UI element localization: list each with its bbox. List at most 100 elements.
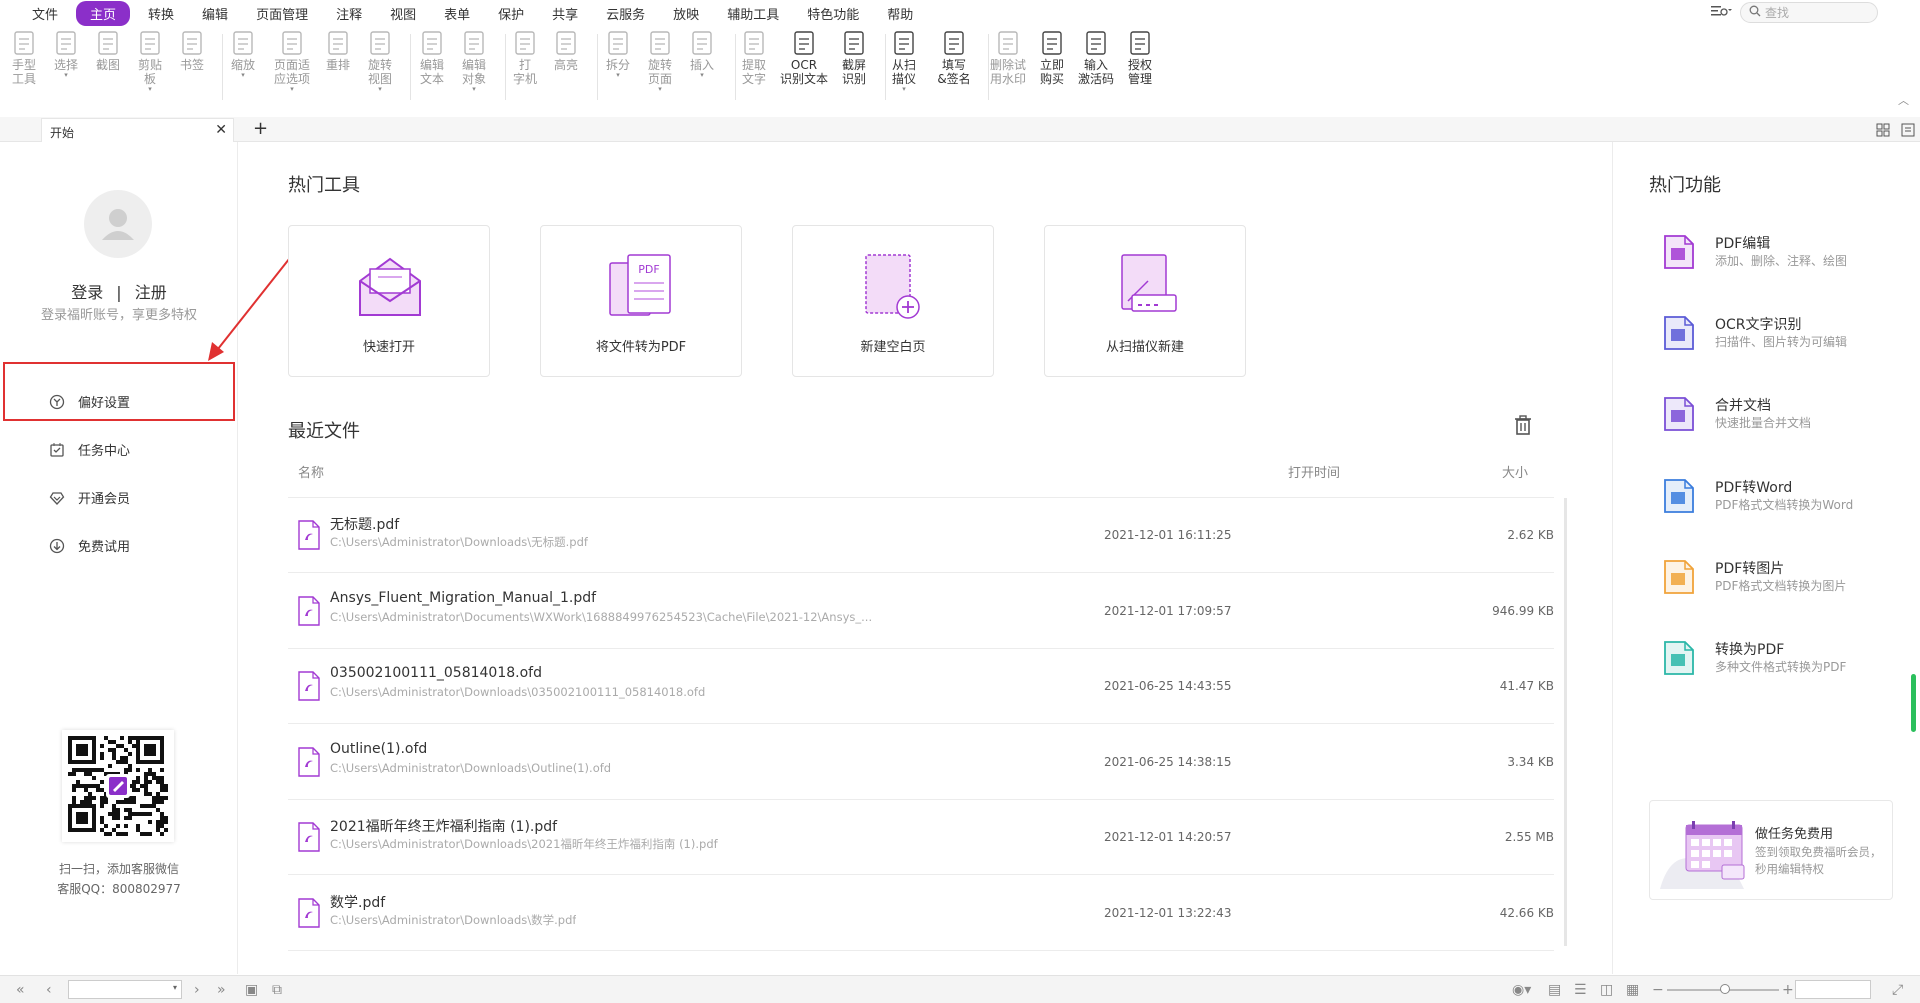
menu-item[interactable]: 帮助 <box>877 1 923 26</box>
clear-history-trash-icon[interactable] <box>1514 415 1532 439</box>
ribbon-tool[interactable]: 填写 &签名 <box>934 28 974 86</box>
hot-feature-item[interactable]: PDF编辑 添加、删除、注释、绘图 <box>1663 230 1903 280</box>
new-tab-button[interactable]: + <box>253 118 268 139</box>
ribbon-tool[interactable]: 拆分 ▾ <box>598 28 638 79</box>
ribbon-tool[interactable]: 编辑 对象 ▾ <box>454 28 494 93</box>
ribbon-tool[interactable]: 截屏 识别 <box>834 28 874 86</box>
menu-item[interactable]: 云服务 <box>596 1 655 26</box>
menu-item[interactable]: 共享 <box>542 1 588 26</box>
dropdown-arrow-icon[interactable]: ▾ <box>616 72 620 79</box>
facing-pages-icon[interactable]: ◫ <box>1600 982 1613 998</box>
menu-item[interactable]: 文件 <box>22 1 68 26</box>
ribbon-tool[interactable]: 书签 <box>172 28 212 72</box>
dropdown-arrow-icon[interactable]: ▾ <box>148 86 152 93</box>
last-page-icon[interactable]: » <box>217 982 226 998</box>
menu-item[interactable]: 保护 <box>488 1 534 26</box>
dropdown-arrow-icon[interactable]: ▾ <box>700 72 704 79</box>
column-time-header[interactable]: 打开时间 <box>1288 462 1340 481</box>
nav-item[interactable]: 任务中心 <box>48 440 130 459</box>
hot-tool-card[interactable]: PDF 将文件转为PDF <box>540 225 742 377</box>
file-list-scrollbar[interactable] <box>1564 498 1567 946</box>
hot-feature-item[interactable]: 转换为PDF 多种文件格式转换为PDF <box>1663 636 1903 686</box>
table-row[interactable]: 035002100111_05814018.ofd C:\Users\Admini… <box>288 649 1554 724</box>
menu-item[interactable]: 放映 <box>663 1 709 26</box>
hot-feature-item[interactable]: 合并文档 快速批量合并文档 <box>1663 392 1903 442</box>
table-row[interactable]: 2021福昕年终王炸福利指南 (1).pdf C:\Users\Administr… <box>288 800 1554 875</box>
ribbon-tool[interactable]: 旋转 视图 ▾ <box>360 28 400 93</box>
first-page-icon[interactable]: « <box>16 982 25 998</box>
ribbon-tool[interactable]: 高亮 <box>546 28 586 72</box>
register-link[interactable]: 注册 <box>135 283 167 302</box>
login-link[interactable]: 登录 <box>71 283 103 302</box>
ribbon-tool[interactable]: 剪贴 板 ▾ <box>130 28 170 93</box>
dropdown-arrow-icon[interactable]: ▾ <box>64 72 68 79</box>
continuous-page-icon[interactable]: ☰ <box>1574 982 1587 998</box>
collapse-ribbon-icon[interactable]: ︿ <box>1898 92 1909 108</box>
ribbon-tool[interactable]: 立即 购买 <box>1032 28 1072 86</box>
hot-tool-card[interactable]: 从扫描仪新建 <box>1044 225 1246 377</box>
zoom-in-icon[interactable]: + <box>1782 982 1794 998</box>
table-row[interactable]: 无标题.pdf C:\Users\Administrator\Downloads\… <box>288 498 1554 573</box>
tab-start[interactable]: 开始 ✕ <box>41 118 234 142</box>
menu-item[interactable]: 注释 <box>326 1 372 26</box>
hot-feature-item[interactable]: PDF转Word PDF格式文档转换为Word <box>1663 474 1903 524</box>
right-scrollbar-thumb[interactable] <box>1911 674 1916 732</box>
menu-item[interactable]: 表单 <box>434 1 480 26</box>
copy-page-icon[interactable]: ▣ <box>245 982 258 998</box>
ribbon-tool[interactable]: 缩放 ▾ <box>223 28 263 79</box>
page-number-input[interactable]: ▾ <box>68 980 182 999</box>
dropdown-arrow-icon[interactable]: ▾ <box>241 72 245 79</box>
page-dropdown-icon[interactable]: ▾ <box>173 983 177 992</box>
dropdown-arrow-icon[interactable]: ▾ <box>472 86 476 93</box>
dropdown-arrow-icon[interactable]: ▾ <box>290 86 294 93</box>
table-row[interactable]: Ansys_Fluent_Migration_Manual_1.pdf C:\Us… <box>288 574 1554 649</box>
nav-item[interactable]: 偏好设置 <box>48 392 130 411</box>
ribbon-tool[interactable]: 页面适 应选项 ▾ <box>272 28 312 93</box>
ribbon-tool[interactable]: OCR 识别文本 <box>780 28 828 86</box>
search-mode-icon[interactable] <box>1710 4 1732 22</box>
ribbon-tool[interactable]: 旋转 页面 ▾ <box>640 28 680 93</box>
next-page-icon[interactable]: › <box>194 982 200 998</box>
menu-item[interactable]: 辅助工具 <box>717 1 789 26</box>
ribbon-tool[interactable]: 提取 文字 <box>734 28 774 86</box>
dropdown-arrow-icon[interactable]: ▾ <box>378 86 382 93</box>
ribbon-tool[interactable]: 截图 <box>88 28 128 72</box>
dropdown-arrow-icon[interactable]: ▾ <box>902 86 906 93</box>
hot-feature-item[interactable]: OCR文字识别 扫描件、图片转为可编辑 <box>1663 311 1903 361</box>
single-page-icon[interactable]: ▤ <box>1548 982 1561 998</box>
zoom-level-input[interactable] <box>1795 980 1871 999</box>
pages-panel-icon[interactable]: ⧉ <box>272 982 282 998</box>
ribbon-tool[interactable]: 输入 激活码 <box>1076 28 1116 86</box>
menu-item[interactable]: 编辑 <box>192 1 238 26</box>
nav-item[interactable]: 免费试用 <box>48 536 130 555</box>
fullscreen-icon[interactable]: ⤢ <box>1892 982 1903 998</box>
ribbon-tool[interactable]: 删除试 用水印 <box>988 28 1028 86</box>
ribbon-tool[interactable]: 从扫 描仪 ▾ <box>884 28 924 93</box>
close-tab-icon[interactable]: ✕ <box>215 122 227 138</box>
ribbon-tool[interactable]: 编辑 文本 <box>412 28 452 86</box>
hot-tool-card[interactable]: 快速打开 <box>288 225 490 377</box>
table-row[interactable]: Outline(1).ofd C:\Users\Administrator\Dow… <box>288 725 1554 800</box>
promo-task-card[interactable]: 做任务免费用 签到领取免费福昕会员，秒用编辑特权 <box>1649 800 1893 900</box>
view-mode-icon[interactable]: ◉▾ <box>1512 982 1531 998</box>
ribbon-tool[interactable]: 手型 工具 <box>4 28 44 86</box>
grid-view-icon[interactable] <box>1876 122 1890 141</box>
ribbon-tool[interactable]: 重排 <box>318 28 358 72</box>
hot-tool-card[interactable]: 新建空白页 <box>792 225 994 377</box>
table-row[interactable]: 数学.pdf C:\Users\Administrator\Downloads\数… <box>288 876 1554 951</box>
zoom-slider-handle[interactable] <box>1720 984 1730 994</box>
menu-item[interactable]: 页面管理 <box>246 1 318 26</box>
ribbon-tool[interactable]: 打 字机 <box>505 28 545 86</box>
column-name-header[interactable]: 名称 <box>298 462 324 481</box>
menu-item[interactable]: 转换 <box>138 1 184 26</box>
dropdown-arrow-icon[interactable]: ▾ <box>658 86 662 93</box>
hot-feature-item[interactable]: PDF转图片 PDF格式文档转换为图片 <box>1663 555 1903 605</box>
ribbon-tool[interactable]: 选择 ▾ <box>46 28 86 79</box>
ribbon-tool[interactable]: 授权 管理 <box>1120 28 1160 86</box>
menu-item[interactable]: 特色功能 <box>797 1 869 26</box>
previous-page-icon[interactable]: ‹ <box>46 982 52 998</box>
avatar[interactable] <box>84 190 152 258</box>
ribbon-tool[interactable]: 插入 ▾ <box>682 28 722 79</box>
nav-item[interactable]: 开通会员 <box>48 488 130 507</box>
menu-item[interactable]: 视图 <box>380 1 426 26</box>
